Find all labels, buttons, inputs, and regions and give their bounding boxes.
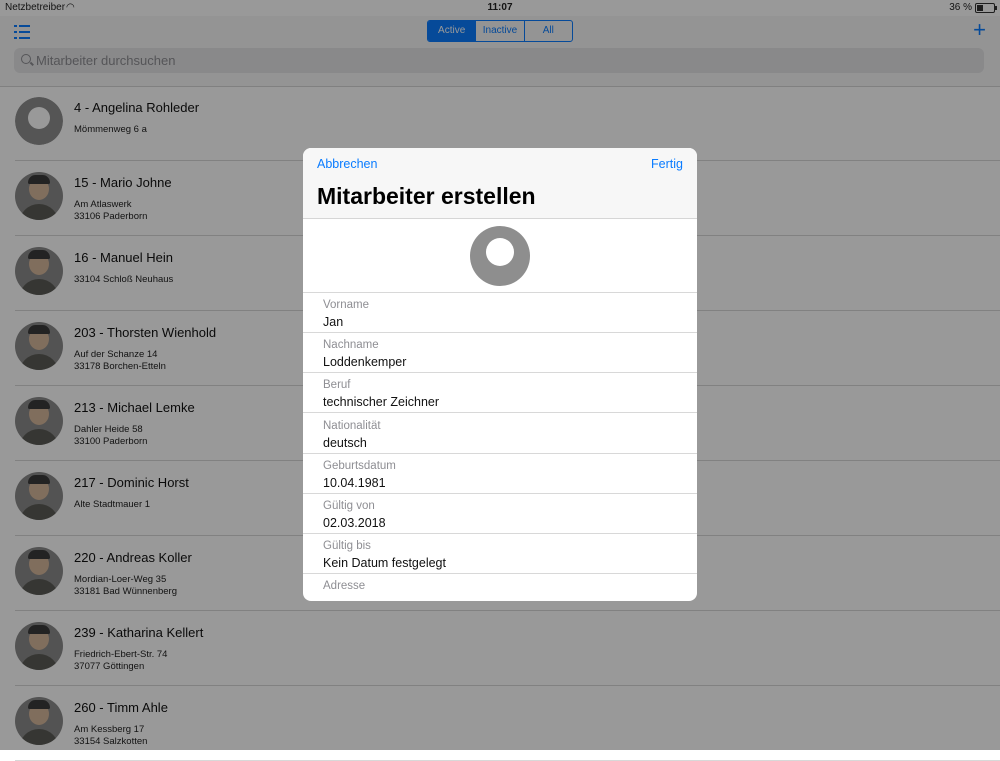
done-button[interactable]: Fertig [651,157,683,171]
form-field[interactable]: Nachname Loddenkemper [303,333,697,374]
form-field[interactable]: Beruf technischer Zeichner [303,373,697,414]
field-label: Beruf [323,379,351,392]
field-value[interactable]: Jan [323,315,343,329]
field-label: Geburtsdatum [323,459,396,472]
field-value[interactable]: Loddenkemper [323,355,406,369]
form-field[interactable]: Adresse [303,574,697,601]
form-field[interactable]: Gültig bis Kein Datum festgelegt [303,534,697,575]
cancel-button[interactable]: Abbrechen [317,157,377,171]
field-value[interactable]: 02.03.2018 [323,516,386,530]
field-value[interactable]: technischer Zeichner [323,395,439,409]
field-value[interactable]: deutsch [323,436,367,450]
field-label: Gültig von [323,500,375,512]
form-field[interactable]: Nationalität deutsch [303,414,697,454]
form-field[interactable]: Geburtsdatum 10.04.1981 [303,454,697,494]
sheet-header: Abbrechen Fertig Mitarbeiter erstellen [303,148,697,219]
form-field[interactable]: Gültig von 02.03.2018 [303,494,697,534]
sheet-title: Mitarbeiter erstellen [317,183,536,209]
field-label: Vorname [323,299,370,311]
create-employee-sheet: Abbrechen Fertig Mitarbeiter erstellen V… [303,148,697,601]
avatar-placeholder-icon[interactable] [470,226,530,286]
field-value[interactable]: 10.04.1981 [323,476,386,490]
field-label: Gültig bis [323,540,371,553]
field-label: Nationalität [323,419,381,432]
field-value[interactable]: Kein Datum festgelegt [323,556,446,570]
field-label: Adresse [323,580,366,593]
form-field[interactable]: Vorname Jan [303,293,697,333]
field-label: Nachname [323,339,379,352]
